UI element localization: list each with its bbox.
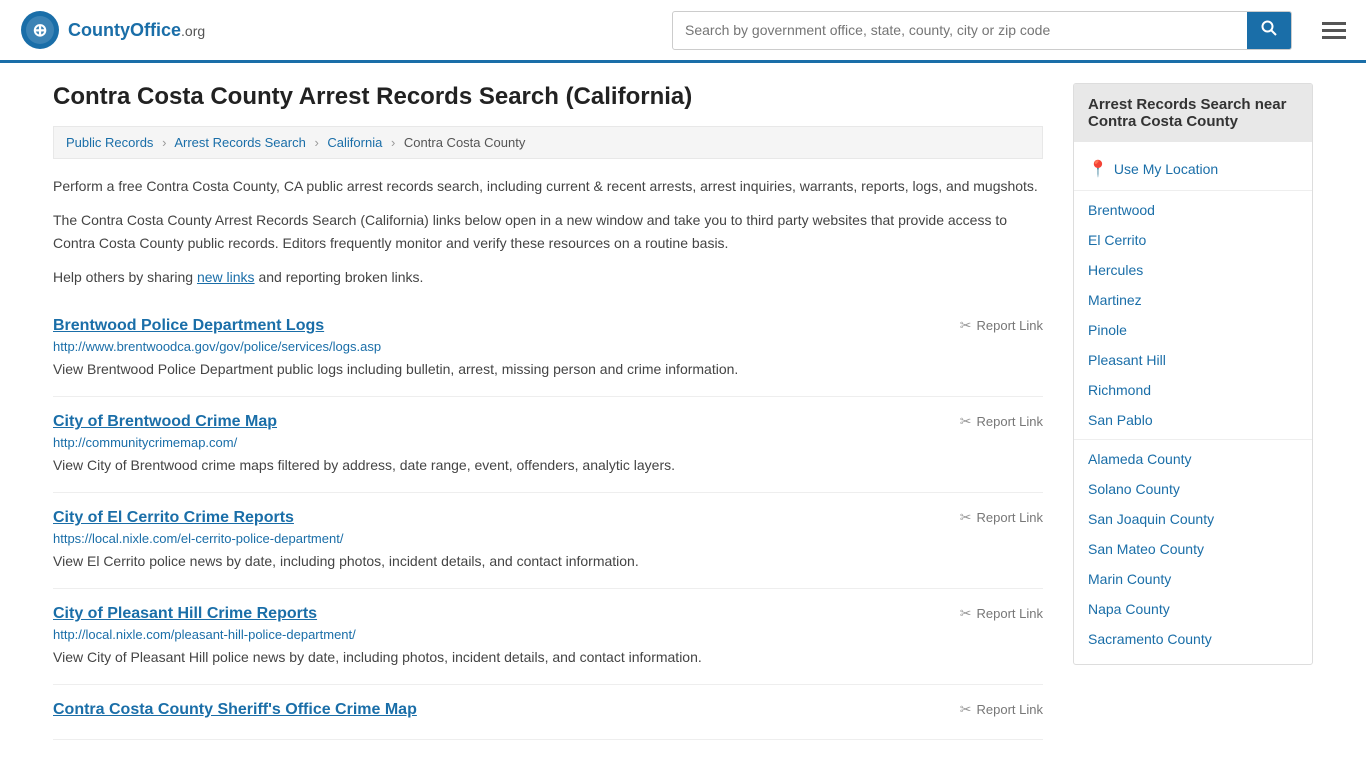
- report-link-icon: ✂: [960, 317, 972, 334]
- report-link-icon: ✂: [960, 413, 972, 430]
- report-link-button[interactable]: ✂ Report Link: [960, 509, 1043, 526]
- sidebar-divider-1: [1074, 190, 1312, 191]
- breadcrumb-link-california[interactable]: California: [327, 135, 382, 150]
- sidebar-city-link[interactable]: El Cerrito: [1074, 225, 1312, 255]
- sidebar-box: Arrest Records Search near Contra Costa …: [1073, 83, 1313, 665]
- breadcrumb-link-arrest-records[interactable]: Arrest Records Search: [174, 135, 306, 150]
- result-header: City of Brentwood Crime Map ✂ Report Lin…: [53, 413, 1043, 431]
- sidebar-city-link[interactable]: Pleasant Hill: [1074, 345, 1312, 375]
- sidebar-links: 📍 Use My Location BrentwoodEl CerritoHer…: [1074, 142, 1312, 664]
- result-desc: View El Cerrito police news by date, inc…: [53, 551, 1043, 572]
- logo-icon: ⊕: [20, 10, 60, 50]
- use-my-location-label: Use My Location: [1114, 161, 1218, 177]
- results-list: Brentwood Police Department Logs ✂ Repor…: [53, 301, 1043, 740]
- result-title-link[interactable]: Brentwood Police Department Logs: [53, 317, 324, 335]
- description-para1: Perform a free Contra Costa County, CA p…: [53, 175, 1043, 197]
- report-link-icon: ✂: [960, 605, 972, 622]
- sidebar-county-link[interactable]: Alameda County: [1074, 444, 1312, 474]
- report-link-label: Report Link: [977, 606, 1043, 621]
- report-link-icon: ✂: [960, 701, 972, 718]
- result-url[interactable]: http://local.nixle.com/pleasant-hill-pol…: [53, 627, 1043, 642]
- sidebar-city-link[interactable]: Brentwood: [1074, 195, 1312, 225]
- sidebar-city-link[interactable]: Hercules: [1074, 255, 1312, 285]
- breadcrumb-link-public-records[interactable]: Public Records: [66, 135, 153, 150]
- sidebar-counties: Alameda CountySolano CountySan Joaquin C…: [1074, 444, 1312, 654]
- sidebar-city-link[interactable]: Richmond: [1074, 375, 1312, 405]
- result-url[interactable]: https://local.nixle.com/el-cerrito-polic…: [53, 531, 1043, 546]
- report-link-label: Report Link: [977, 510, 1043, 525]
- result-desc: View City of Pleasant Hill police news b…: [53, 647, 1043, 668]
- result-url[interactable]: http://www.brentwoodca.gov/gov/police/se…: [53, 339, 1043, 354]
- search-button[interactable]: [1247, 12, 1291, 49]
- search-input[interactable]: [673, 14, 1247, 46]
- report-link-label: Report Link: [977, 702, 1043, 717]
- logo-text: CountyOffice.org: [68, 20, 205, 41]
- result-item: City of Brentwood Crime Map ✂ Report Lin…: [53, 397, 1043, 493]
- report-link-label: Report Link: [977, 414, 1043, 429]
- search-icon: [1261, 20, 1277, 36]
- result-desc: View Brentwood Police Department public …: [53, 359, 1043, 380]
- result-header: Brentwood Police Department Logs ✂ Repor…: [53, 317, 1043, 335]
- sidebar-city-link[interactable]: Martinez: [1074, 285, 1312, 315]
- result-header: City of Pleasant Hill Crime Reports ✂ Re…: [53, 605, 1043, 623]
- sidebar: Arrest Records Search near Contra Costa …: [1073, 83, 1313, 740]
- logo[interactable]: ⊕ CountyOffice.org: [20, 10, 205, 50]
- report-link-button[interactable]: ✂ Report Link: [960, 701, 1043, 718]
- result-url[interactable]: http://communitycrimemap.com/: [53, 435, 1043, 450]
- description-para2: The Contra Costa County Arrest Records S…: [53, 209, 1043, 254]
- sidebar-city-link[interactable]: San Pablo: [1074, 405, 1312, 435]
- report-link-button[interactable]: ✂ Report Link: [960, 317, 1043, 334]
- description-para3: Help others by sharing new links and rep…: [53, 266, 1043, 288]
- result-title-link[interactable]: City of Pleasant Hill Crime Reports: [53, 605, 317, 623]
- new-links-link[interactable]: new links: [197, 269, 255, 285]
- result-header: City of El Cerrito Crime Reports ✂ Repor…: [53, 509, 1043, 527]
- result-item: City of Pleasant Hill Crime Reports ✂ Re…: [53, 589, 1043, 685]
- sidebar-county-link[interactable]: San Joaquin County: [1074, 504, 1312, 534]
- report-link-button[interactable]: ✂ Report Link: [960, 413, 1043, 430]
- report-link-icon: ✂: [960, 509, 972, 526]
- breadcrumb: Public Records › Arrest Records Search ›…: [53, 126, 1043, 159]
- svg-text:⊕: ⊕: [32, 20, 47, 40]
- result-header: Contra Costa County Sheriff's Office Cri…: [53, 701, 1043, 719]
- sidebar-header: Arrest Records Search near Contra Costa …: [1074, 84, 1312, 142]
- sidebar-city-link[interactable]: Pinole: [1074, 315, 1312, 345]
- result-item: City of El Cerrito Crime Reports ✂ Repor…: [53, 493, 1043, 589]
- report-link-label: Report Link: [977, 318, 1043, 333]
- use-my-location-button[interactable]: 📍 Use My Location: [1074, 152, 1312, 186]
- sidebar-county-link[interactable]: Marin County: [1074, 564, 1312, 594]
- location-pin-icon: 📍: [1088, 159, 1108, 179]
- hamburger-menu[interactable]: [1322, 22, 1346, 39]
- result-item: Contra Costa County Sheriff's Office Cri…: [53, 685, 1043, 740]
- result-desc: View City of Brentwood crime maps filter…: [53, 455, 1043, 476]
- result-title-link[interactable]: City of Brentwood Crime Map: [53, 413, 277, 431]
- site-header: ⊕ CountyOffice.org: [0, 0, 1366, 63]
- sidebar-county-link[interactable]: Solano County: [1074, 474, 1312, 504]
- page-title: Contra Costa County Arrest Records Searc…: [53, 83, 1043, 111]
- breadcrumb-current: Contra Costa County: [404, 135, 525, 150]
- search-bar: [672, 11, 1292, 50]
- sidebar-divider-2: [1074, 439, 1312, 440]
- content-area: Contra Costa County Arrest Records Searc…: [53, 83, 1043, 740]
- report-link-button[interactable]: ✂ Report Link: [960, 605, 1043, 622]
- sidebar-county-link[interactable]: San Mateo County: [1074, 534, 1312, 564]
- result-title-link[interactable]: City of El Cerrito Crime Reports: [53, 509, 294, 527]
- sidebar-county-link[interactable]: Sacramento County: [1074, 624, 1312, 654]
- result-title-link[interactable]: Contra Costa County Sheriff's Office Cri…: [53, 701, 417, 719]
- sidebar-county-link[interactable]: Napa County: [1074, 594, 1312, 624]
- sidebar-cities: BrentwoodEl CerritoHerculesMartinezPinol…: [1074, 195, 1312, 435]
- main-container: Contra Costa County Arrest Records Searc…: [33, 63, 1333, 760]
- result-item: Brentwood Police Department Logs ✂ Repor…: [53, 301, 1043, 397]
